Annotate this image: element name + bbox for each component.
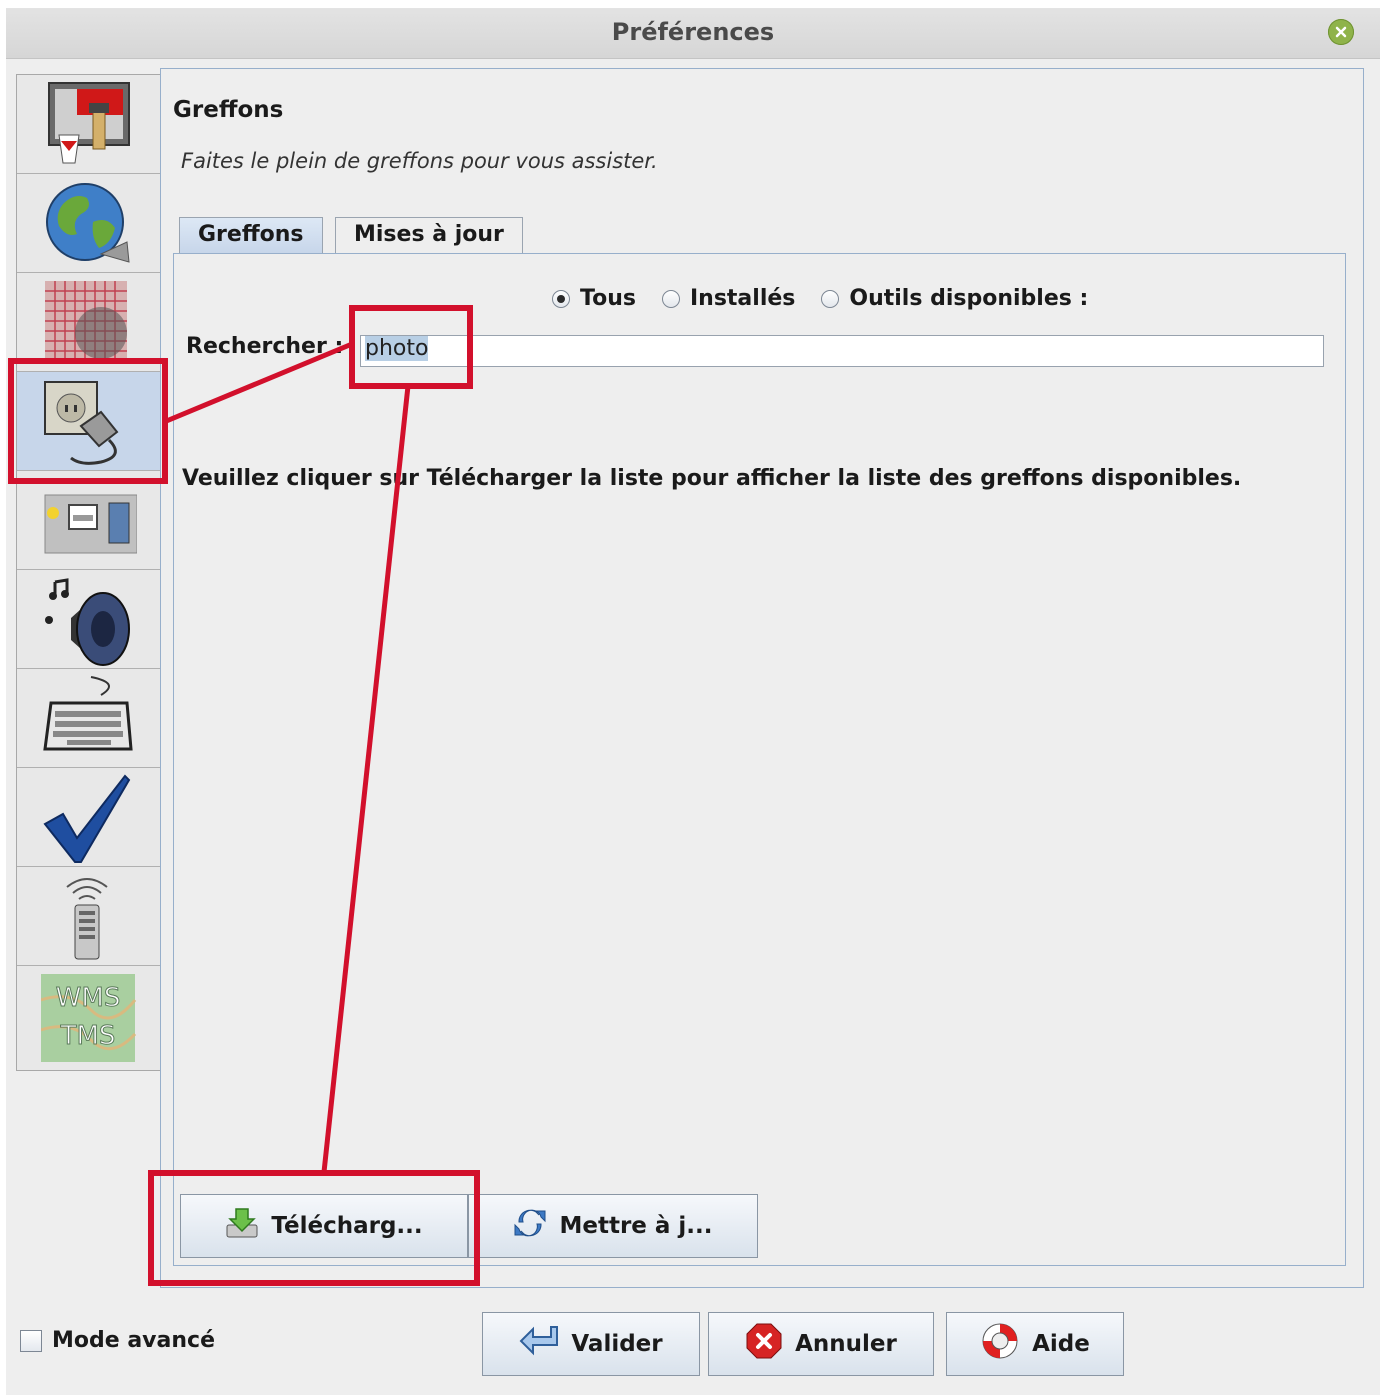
checkbox[interactable]	[20, 1329, 42, 1352]
enter-arrow-icon	[519, 1325, 559, 1363]
sidebar-item-remote-control[interactable]	[17, 867, 161, 966]
close-icon	[1335, 26, 1347, 38]
help-button[interactable]: Aide	[946, 1312, 1124, 1376]
filter-radio-group: Tous Installés Outils disponibles :	[552, 286, 1114, 311]
page-title: Greffons	[173, 97, 284, 123]
sidebar-item-map[interactable]	[17, 174, 161, 273]
lifebuoy-icon	[980, 1321, 1020, 1367]
checkmark-icon	[43, 774, 131, 863]
close-button[interactable]	[1328, 19, 1354, 45]
toolbar-icon	[44, 494, 137, 554]
validate-label: Valider	[571, 1331, 663, 1357]
cancel-label: Annuler	[795, 1331, 897, 1357]
search-input[interactable]: photo	[360, 335, 1324, 367]
paint-brush-icon	[48, 82, 130, 164]
annotation-download-highlight	[148, 1170, 480, 1286]
projection-grid-icon	[45, 281, 127, 361]
download-list-message: Veuillez cliquer sur Télécharger la list…	[182, 466, 1242, 491]
sidebar-item-display[interactable]	[17, 75, 161, 174]
filter-all-label: Tous	[580, 286, 636, 311]
radio-button[interactable]	[821, 289, 840, 308]
tab-plugins[interactable]: Greffons	[179, 217, 323, 253]
annotation-sidebar-highlight	[8, 358, 168, 484]
tms-label: TMS	[60, 1021, 116, 1051]
filter-installed-label: Installés	[689, 286, 796, 311]
cancel-button[interactable]: Annuler	[708, 1312, 934, 1376]
window-title: Préférences	[611, 18, 775, 46]
sidebar-item-imagery[interactable]: WMS TMS	[17, 966, 161, 1065]
sidebar-item-audio[interactable]	[17, 570, 161, 669]
plugins-panel: Greffons Faites le plein de greffons pou…	[160, 68, 1364, 1288]
filter-installed[interactable]: Installés	[661, 286, 796, 311]
help-label: Aide	[1032, 1331, 1090, 1357]
update-plugins-label: Mettre à j...	[559, 1213, 713, 1239]
advanced-mode-label: Mode avancé	[52, 1328, 215, 1353]
tab-updates[interactable]: Mises à jour	[335, 217, 523, 253]
sidebar-item-shortcuts[interactable]	[17, 669, 161, 768]
remote-control-icon	[66, 878, 108, 960]
filter-available-label: Outils disponibles :	[849, 286, 1089, 311]
preferences-sidebar: WMS TMS	[16, 74, 162, 1071]
title-bar: Préférences	[6, 8, 1380, 59]
speaker-music-icon	[45, 578, 130, 666]
update-plugins-button[interactable]: Mettre à j...	[468, 1194, 758, 1258]
keyboard-icon	[43, 676, 133, 751]
wms-label: WMS	[56, 983, 121, 1013]
globe-icon	[46, 183, 130, 263]
filter-all[interactable]: Tous	[552, 286, 636, 311]
radio-button[interactable]	[552, 289, 570, 308]
advanced-mode-checkbox[interactable]: Mode avancé	[20, 1328, 215, 1353]
page-subtitle: Faites le plein de greffons pour vous as…	[181, 149, 658, 173]
plugins-tab-panel: Tous Installés Outils disponibles : Rech…	[173, 253, 1346, 1266]
refresh-icon	[513, 1206, 547, 1246]
wms-tms-icon: WMS TMS	[41, 974, 137, 1062]
sidebar-item-validator[interactable]	[17, 768, 161, 867]
cancel-icon	[745, 1322, 783, 1366]
search-label: Rechercher :	[186, 334, 344, 359]
radio-button[interactable]	[661, 289, 680, 308]
validate-button[interactable]: Valider	[482, 1312, 700, 1376]
sidebar-item-toolbar[interactable]	[17, 471, 161, 570]
annotation-search-highlight	[349, 305, 473, 389]
filter-available[interactable]: Outils disponibles :	[821, 286, 1088, 311]
